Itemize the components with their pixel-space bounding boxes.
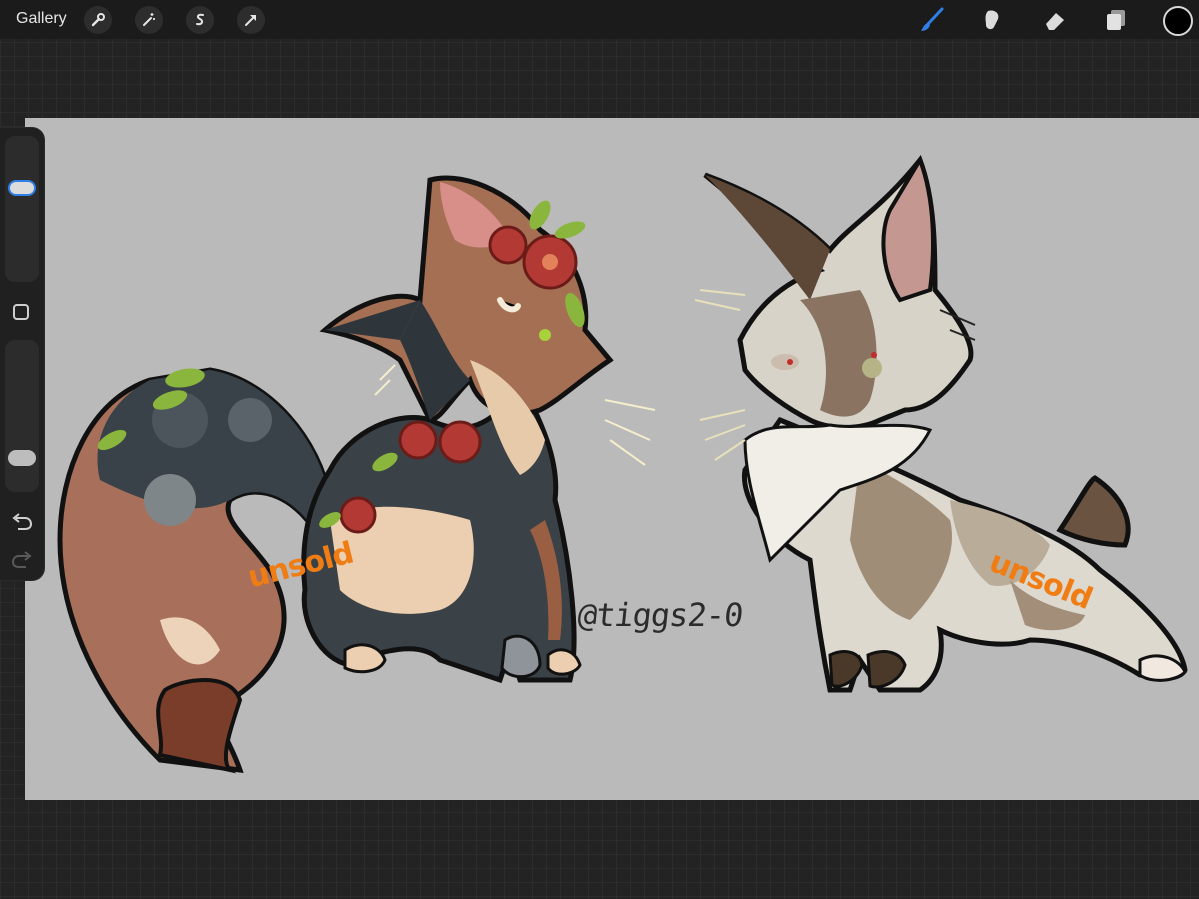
left-sidebar [0, 128, 44, 580]
selection-icon [196, 13, 204, 26]
layers-icon [1107, 10, 1125, 30]
eraser-tool-button[interactable] [1040, 5, 1070, 35]
color-picker-button[interactable] [1163, 6, 1193, 36]
selection-button[interactable] [186, 6, 214, 34]
artwork-illustration [57, 155, 1188, 774]
brush-icon [921, 7, 944, 31]
brush-tool-button[interactable] [917, 5, 947, 35]
smudge-tool-button[interactable] [978, 5, 1008, 35]
gallery-button[interactable]: Gallery [16, 10, 67, 28]
opacity-handle[interactable] [8, 450, 36, 467]
actions-button[interactable] [84, 6, 112, 34]
wrench-icon [91, 13, 105, 27]
opacity-slider[interactable] [5, 340, 39, 492]
undo-icon[interactable] [10, 512, 34, 532]
brush-size-handle[interactable] [8, 180, 36, 197]
right-cat-illustration [694, 155, 1188, 693]
transform-button[interactable] [237, 6, 265, 34]
artist-signature: @tiggs2-0 [576, 596, 745, 634]
smudge-icon [985, 10, 999, 30]
redo-icon[interactable] [10, 550, 34, 570]
modify-button[interactable] [13, 304, 29, 320]
adjustments-button[interactable] [135, 6, 163, 34]
eraser-icon [1046, 13, 1064, 30]
transform-arrow-icon [245, 15, 256, 26]
top-toolbar: Gallery [0, 0, 1199, 39]
magic-wand-icon [143, 13, 155, 26]
brush-size-slider[interactable] [5, 136, 39, 282]
layers-button[interactable] [1101, 5, 1131, 35]
drawing-canvas[interactable]: @tiggs2-0 unsold unsold [25, 118, 1199, 800]
left-cat-illustration [57, 175, 656, 774]
